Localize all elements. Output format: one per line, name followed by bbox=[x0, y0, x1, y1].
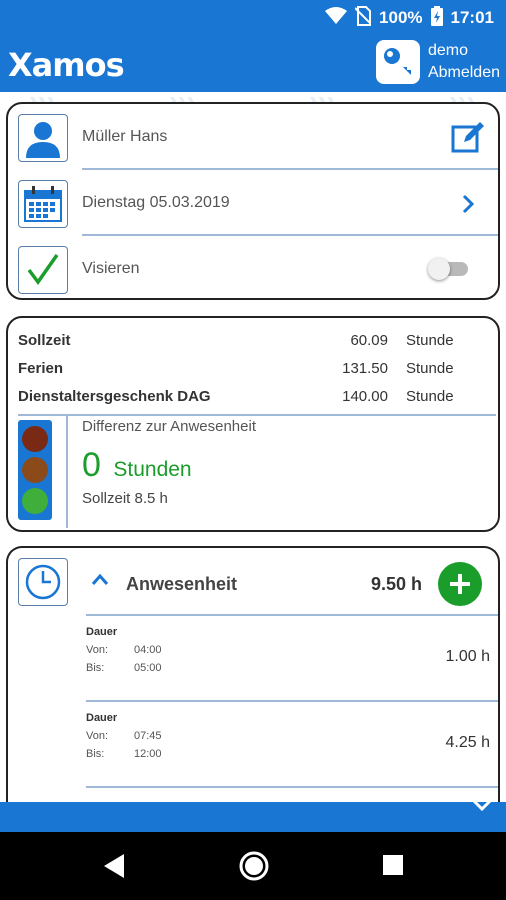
divider bbox=[86, 786, 498, 788]
main-content[interactable]: ))) ))) ))) ))) Müller Hans bbox=[0, 92, 506, 802]
recents-icon[interactable] bbox=[382, 854, 404, 881]
balance-label: Dienstaltersgeschenk DAG bbox=[18, 388, 211, 405]
chevron-down-icon[interactable] bbox=[470, 796, 494, 817]
employee-name: Müller Hans bbox=[82, 128, 168, 145]
to-label: Bis: bbox=[86, 662, 105, 674]
target-time: Sollzeit 8.5 h bbox=[82, 490, 168, 507]
difference-label: Differenz zur Anwesenheit bbox=[82, 418, 256, 435]
checkmark-icon bbox=[18, 246, 68, 294]
attendance-total: 9.50 h bbox=[370, 574, 422, 594]
difference-unit: Stunden bbox=[113, 458, 192, 481]
clock: 17:01 bbox=[450, 8, 494, 27]
info-card: Müller Hans Dienstag 05.03.2019 Visieren bbox=[6, 102, 500, 300]
calendar-icon bbox=[18, 180, 68, 228]
green-light bbox=[22, 488, 48, 514]
to-label: Bis: bbox=[86, 748, 105, 760]
balance-value: 60.09 bbox=[350, 332, 388, 349]
chevron-up-icon[interactable] bbox=[90, 572, 110, 591]
app-bar: Xamos demo Abmelden bbox=[0, 36, 506, 92]
balance-card: Sollzeit 60.09 Stunde Ferien 131.50 Stun… bbox=[6, 316, 500, 532]
traffic-light-icon bbox=[18, 420, 52, 520]
employee-row[interactable]: Müller Hans bbox=[8, 104, 498, 170]
attendance-card: Anwesenheit 9.50 h Dauer Von: 04:00 Bis:… bbox=[6, 546, 500, 802]
home-icon[interactable] bbox=[238, 850, 270, 887]
balance-row: Sollzeit 60.09 Stunde bbox=[18, 326, 488, 354]
balance-label: Ferien bbox=[18, 360, 64, 377]
entry-duration: 1.00 h bbox=[445, 648, 490, 665]
logout-link[interactable]: Abmelden bbox=[428, 62, 500, 84]
approve-row: Visieren bbox=[8, 236, 498, 298]
date-label: Dienstag 05.03.2019 bbox=[82, 194, 230, 211]
edit-icon[interactable] bbox=[450, 120, 486, 161]
wifi-icon bbox=[325, 6, 348, 30]
time-entry[interactable]: Dauer Von: 07:45 Bis: 12:00 4.25 h bbox=[86, 702, 498, 786]
plus-icon bbox=[450, 574, 470, 594]
orange-light bbox=[22, 457, 48, 483]
approve-toggle[interactable] bbox=[428, 258, 468, 280]
to-time: 12:00 bbox=[134, 748, 162, 760]
back-icon[interactable] bbox=[102, 852, 126, 885]
balance-row: Dienstaltersgeschenk DAG 140.00 Stunde bbox=[18, 382, 488, 410]
balance-row: Ferien 131.50 Stunde bbox=[18, 354, 488, 382]
difference-number: 0 bbox=[82, 446, 101, 484]
add-entry-button[interactable] bbox=[438, 562, 482, 606]
key-icon[interactable] bbox=[375, 40, 420, 84]
entry-type: Dauer bbox=[86, 626, 118, 638]
balance-value: 131.50 bbox=[342, 360, 388, 377]
balance-unit: Stunde bbox=[406, 388, 454, 405]
red-light bbox=[22, 426, 48, 452]
battery-charging-icon bbox=[430, 5, 443, 31]
no-sim-icon bbox=[354, 5, 372, 31]
from-label: Von: bbox=[86, 644, 109, 656]
status-bar: 100% 17:01 bbox=[0, 0, 506, 36]
balance-unit: Stunde bbox=[406, 332, 454, 349]
system-nav-bar bbox=[0, 832, 506, 900]
date-row[interactable]: Dienstag 05.03.2019 bbox=[8, 170, 498, 236]
from-label: Von: bbox=[86, 730, 109, 742]
time-entry[interactable]: Dauer Von: 04:00 Bis: 05:00 1.00 h bbox=[86, 616, 498, 700]
chevron-right-icon[interactable] bbox=[462, 194, 475, 219]
entry-duration: 4.25 h bbox=[445, 734, 490, 751]
approve-label: Visieren bbox=[82, 260, 140, 277]
person-icon bbox=[18, 114, 68, 162]
balance-unit: Stunde bbox=[406, 360, 454, 377]
difference-value: 0 Stunden bbox=[82, 446, 192, 485]
divider bbox=[18, 414, 496, 416]
app-logo: Xamos bbox=[8, 46, 125, 84]
bottom-bar bbox=[0, 797, 506, 832]
from-time: 04:00 bbox=[134, 644, 162, 656]
attendance-title[interactable]: Anwesenheit bbox=[126, 574, 237, 595]
username: demo bbox=[427, 42, 468, 59]
to-time: 05:00 bbox=[134, 662, 162, 674]
user-menu[interactable]: demo Abmelden bbox=[375, 40, 500, 84]
from-time: 07:45 bbox=[134, 730, 162, 742]
entry-type: Dauer bbox=[86, 712, 118, 724]
clock-icon bbox=[18, 558, 68, 606]
balance-value: 140.00 bbox=[342, 388, 388, 405]
divider bbox=[66, 416, 68, 528]
balance-label: Sollzeit bbox=[18, 332, 71, 349]
battery-percent: 100% bbox=[379, 8, 423, 27]
status-indicators: 100% 17:01 bbox=[325, 5, 494, 31]
